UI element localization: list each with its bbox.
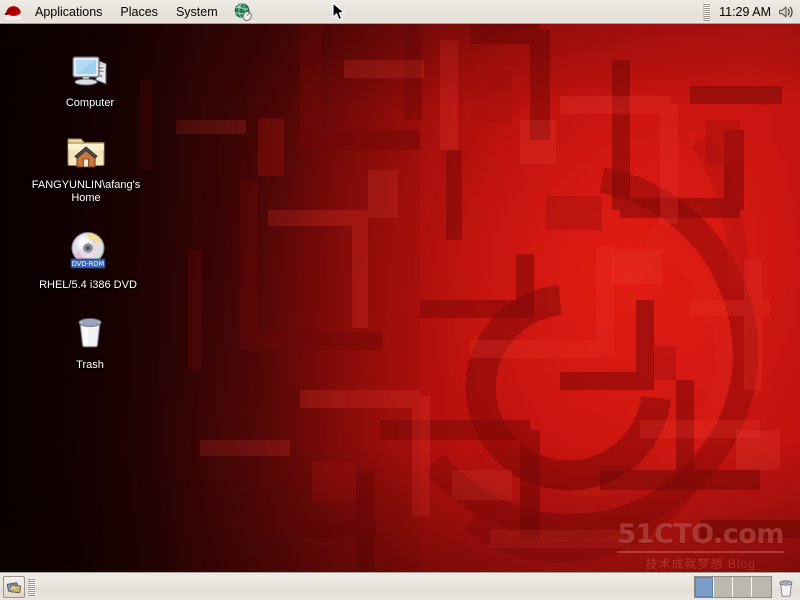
workspace-1[interactable]: [695, 576, 714, 597]
desktop-icon-computer[interactable]: Computer: [28, 44, 152, 110]
bottom-panel: [0, 572, 800, 600]
desktop-icon-home[interactable]: FANGYUNLIN\afang's Home: [24, 126, 148, 205]
desktop-icon-label: FANGYUNLIN\afang's Home: [31, 179, 141, 204]
dvd-rom-icon: DVD-ROM: [64, 226, 112, 274]
desktop-icon-label: Trash: [76, 359, 104, 371]
desktop-icon-trash[interactable]: Trash: [28, 306, 152, 372]
desktop-icon-dvd[interactable]: DVD-ROM RHEL/5.4 i386 DVD: [26, 226, 150, 292]
panel-grip-handle[interactable]: [703, 2, 711, 21]
desktop-icon-label: RHEL/5.4 i386 DVD: [39, 279, 137, 291]
globe-browser-icon[interactable]: [233, 2, 253, 22]
computer-icon: [66, 44, 114, 92]
workspace-switcher[interactable]: [694, 575, 772, 598]
workspace-3[interactable]: [733, 576, 752, 597]
top-panel: Applications Places System 11:29 AM: [0, 0, 800, 24]
trash-icon: [66, 306, 114, 354]
svg-text:DVD-ROM: DVD-ROM: [72, 260, 105, 268]
clock-applet[interactable]: 11:29 AM: [713, 5, 777, 19]
home-folder-icon: [62, 126, 110, 174]
menu-applications[interactable]: Applications: [26, 2, 111, 22]
menu-places[interactable]: Places: [111, 2, 167, 22]
desktop-icon-label: Computer: [65, 97, 115, 109]
workspace-2[interactable]: [714, 576, 733, 597]
trash-applet-icon[interactable]: [776, 576, 796, 598]
speaker-volume-icon[interactable]: [777, 3, 795, 21]
show-desktop-icon[interactable]: [3, 575, 25, 598]
workspace-4[interactable]: [752, 576, 771, 597]
red-hat-logo[interactable]: [4, 2, 23, 21]
menu-system[interactable]: System: [167, 2, 227, 22]
panel-grip-handle-bottom[interactable]: [28, 577, 35, 596]
desktop-screen: 51CTO.com 技术成就梦想 Blog Computer FANGYUNLI…: [0, 0, 800, 600]
